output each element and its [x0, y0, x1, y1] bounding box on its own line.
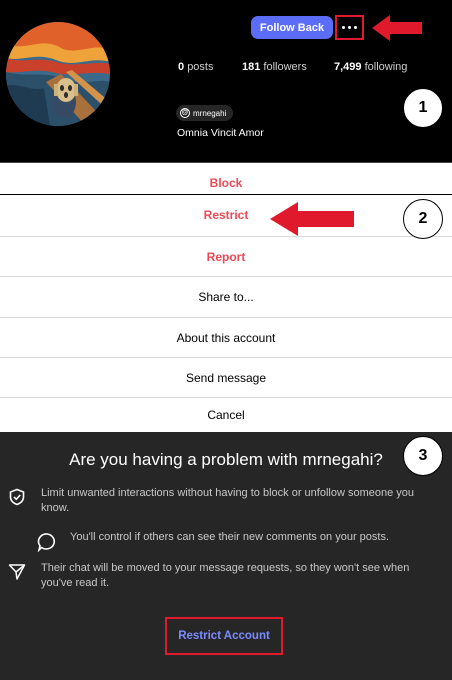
annotation-arrow-left-icon	[270, 202, 354, 236]
step-number-badge: 2	[403, 199, 443, 239]
action-sheet: Block Restrict Report Share to... About …	[0, 162, 452, 432]
posts-count[interactable]: 0 posts	[178, 61, 213, 73]
reason-text: You'll control if others can see their n…	[70, 531, 390, 543]
following-count[interactable]: 7,499 following	[334, 61, 407, 73]
profile-bio: Omnia Vincit Amor	[177, 127, 264, 139]
step-number-badge: 1	[403, 88, 443, 128]
threads-icon: @	[180, 108, 190, 118]
threads-username: mrnegahi	[193, 108, 227, 118]
step-number-badge: 3	[403, 436, 443, 476]
threads-link-badge[interactable]: @ mrnegahi	[176, 105, 234, 121]
reason-text: Limit unwanted interactions without havi…	[41, 487, 414, 514]
share-option[interactable]: Share to...	[0, 276, 452, 316]
followers-count[interactable]: 181 followers	[242, 61, 307, 73]
cancel-option[interactable]: Cancel	[0, 397, 452, 432]
report-option[interactable]: Report	[0, 236, 452, 276]
restrict-dialog: Are you having a problem with mrnegahi? …	[0, 432, 452, 680]
reason-text: Their chat will be moved to your message…	[41, 562, 410, 589]
more-dots-icon	[342, 26, 345, 29]
more-options-button[interactable]	[335, 15, 364, 40]
restrict-option[interactable]: Restrict	[0, 194, 452, 234]
profile-avatar[interactable]	[6, 22, 110, 126]
avatar-scream-painting	[6, 22, 110, 126]
follow-back-button[interactable]: Follow Back	[251, 16, 333, 39]
about-account-option[interactable]: About this account	[0, 317, 452, 357]
send-message-option[interactable]: Send message	[0, 357, 452, 397]
profile-header: Follow Back 0 posts 181 followers 7,499 …	[0, 0, 452, 162]
shield-icon	[9, 488, 25, 506]
send-icon	[8, 564, 26, 580]
dialog-title: Are you having a problem with mrnegahi?	[69, 450, 383, 469]
annotation-arrow-left-icon	[372, 15, 422, 41]
speech-bubble-icon	[37, 533, 56, 552]
restrict-account-button[interactable]: Restrict Account	[165, 617, 283, 655]
